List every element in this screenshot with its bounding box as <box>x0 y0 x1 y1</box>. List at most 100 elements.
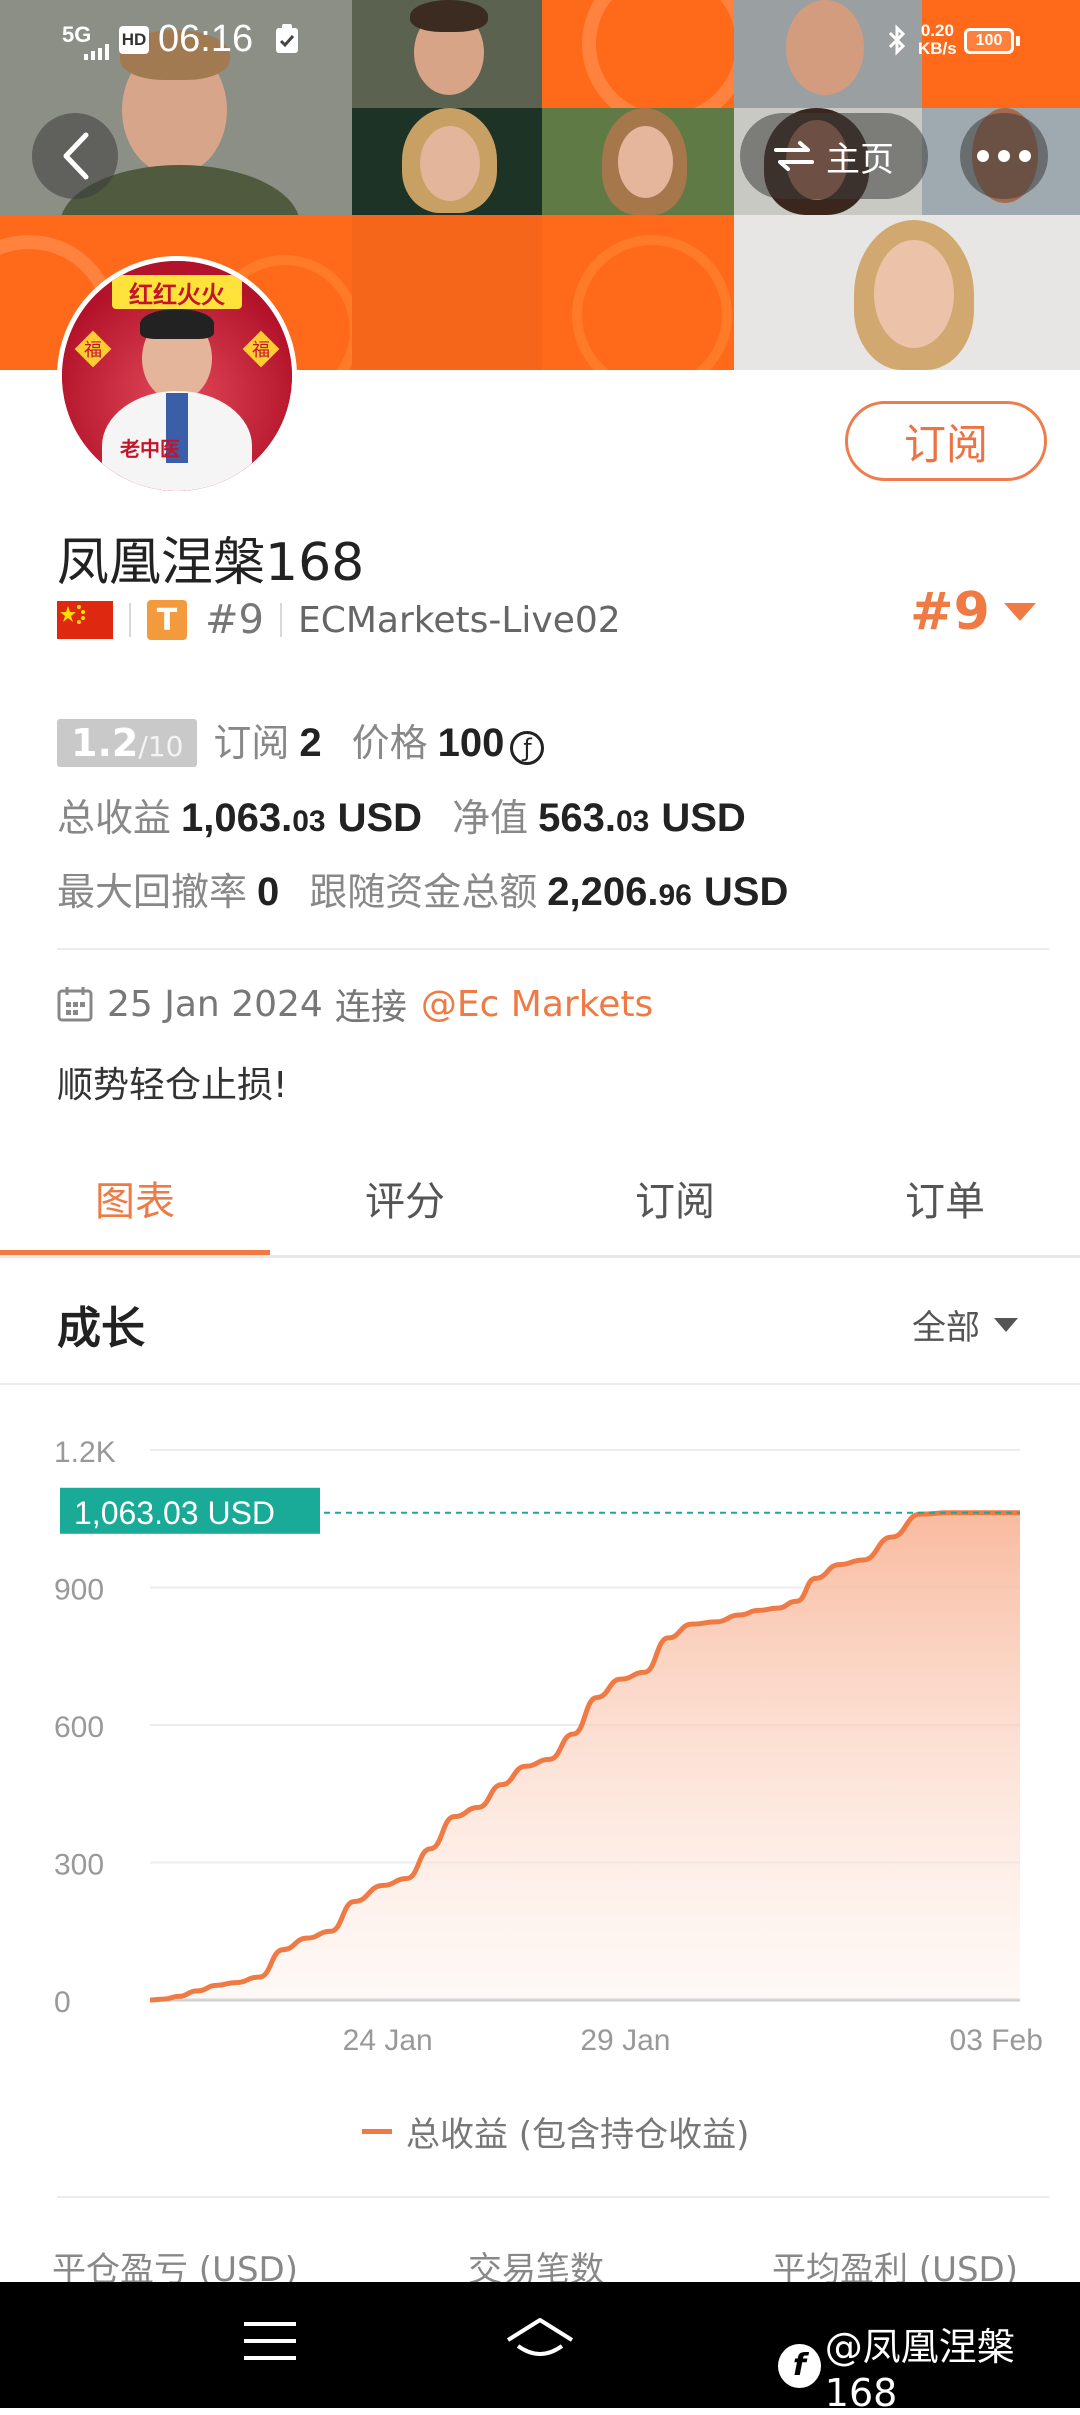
network-speed: 0.20 KB/s <box>918 22 957 58</box>
avatar-banner: 红红火火 <box>112 275 242 309</box>
total-profit-dec: 03 <box>292 805 326 838</box>
watermark: f @凤凰涅槃168 <box>778 2316 1080 2415</box>
y-tick-label: 600 <box>54 1711 104 1744</box>
divider <box>57 948 1049 950</box>
calendar-icon <box>57 987 93 1022</box>
divider <box>0 1383 1080 1385</box>
connection-label: 连接 <box>334 987 407 1028</box>
more-dots-icon <box>977 150 1031 162</box>
cover-photo-woman <box>352 108 542 215</box>
battery-icon: 100 <box>964 28 1014 54</box>
cover-photo-woman-2 <box>542 108 734 215</box>
current-value-label: 1,063.03 USD <box>74 1495 275 1531</box>
stats-row-3: 最大回撤率 0 跟随资金总额 2,206. 96 USD <box>57 861 788 916</box>
rating-badge: 1.2/10 <box>57 719 198 767</box>
growth-chart: 0 300 600 900 1.2K 24 Jan 29 Jan 03 Feb 1,063.0… <box>54 1436 1043 2057</box>
trader-name: 凤凰涅槃168 <box>57 533 365 593</box>
rank-dropdown[interactable]: #9 <box>910 582 1036 642</box>
watermark-text: @凤凰涅槃168 <box>824 2325 1015 2415</box>
tab-bar: 图表 评分 订阅 订单 <box>0 1140 1080 1256</box>
battery-level: 100 <box>975 32 1003 49</box>
clipboard-check-icon <box>275 24 299 58</box>
coin-icon: ƒ <box>510 731 545 765</box>
separator <box>129 603 131 637</box>
total-profit-int: 1,063. <box>181 796 293 840</box>
equity-dec: 03 <box>615 805 650 838</box>
profile-meta-row: T #9 ECMarkets-Live02 <box>57 592 621 648</box>
connection-row: 25 Jan 2024 连接 @Ec Markets <box>57 978 653 1030</box>
follow-funds-dec: 96 <box>658 879 692 912</box>
equity-unit: USD <box>661 796 746 840</box>
rank-dropdown-label: #9 <box>910 582 990 642</box>
cover-photo-man-2 <box>352 0 542 108</box>
follow-funds-unit: USD <box>703 870 789 914</box>
tab-subscription[interactable]: 订阅 <box>540 1140 810 1256</box>
trader-tagline: 顺势轻仓止损! <box>57 1065 288 1106</box>
network-speed-unit: KB/s <box>918 39 957 58</box>
broker-server: ECMarkets-Live02 <box>297 599 621 641</box>
watermark-logo-icon: f <box>778 2343 821 2388</box>
y-tick-label: 300 <box>54 1849 104 1882</box>
follow-funds-label: 跟随资金总额 <box>309 870 538 914</box>
y-tick-label: 900 <box>54 1574 104 1607</box>
connection-date: 25 Jan 2024 <box>107 983 323 1025</box>
equity-int: 563. <box>538 796 616 840</box>
clock: 06:16 <box>158 18 254 60</box>
avatar-caption: 老中医 <box>120 437 180 461</box>
divider <box>57 2196 1049 2198</box>
period-filter-dropdown[interactable]: 全部 <box>912 1300 1018 1349</box>
trader-type-badge: T <box>147 600 187 640</box>
subscribe-button[interactable]: 订阅 <box>845 401 1047 481</box>
separator <box>279 603 282 637</box>
home-icon[interactable] <box>504 2316 576 2364</box>
price-value: 100 <box>437 721 505 765</box>
china-flag-icon <box>57 601 113 639</box>
chevron-down-icon <box>1003 603 1036 621</box>
avatar[interactable]: 红红火火 福 福 老中医 <box>57 256 297 496</box>
x-tick-label: 29 Jan <box>580 2024 670 2057</box>
price-label: 价格 <box>351 721 428 765</box>
network-speed-value: 0.20 <box>920 21 954 40</box>
home-button-label: 主页 <box>826 139 894 180</box>
chart-legend: 总收益 (包含持仓收益) <box>362 2107 749 2156</box>
bluetooth-icon <box>886 24 908 60</box>
rating-value: 1.2 <box>71 721 139 765</box>
cover-pattern-tile <box>352 215 542 370</box>
max-drawdown-label: 最大回撤率 <box>57 870 248 914</box>
max-drawdown-value: 0 <box>257 870 280 914</box>
broker-link[interactable]: @Ec Markets <box>421 984 654 1025</box>
back-button[interactable] <box>32 113 118 199</box>
chevron-down-icon <box>994 1317 1018 1332</box>
legend-label: 总收益 (包含持仓收益) <box>406 2115 750 2155</box>
x-tick-label: 24 Jan <box>343 2024 433 2057</box>
divider <box>0 1255 1080 1258</box>
growth-title: 成长 <box>57 1303 145 1354</box>
equity-label: 净值 <box>452 796 529 840</box>
subscribers-label: 订阅 <box>213 721 290 765</box>
tab-orders[interactable]: 订单 <box>810 1140 1080 1256</box>
avatar-fu-right-text: 福 <box>252 340 270 361</box>
menu-icon[interactable] <box>244 2320 296 2362</box>
x-tick-label: 03 Feb <box>950 2024 1043 2057</box>
hd-icon: HD <box>119 26 149 54</box>
legend-swatch <box>362 2129 392 2134</box>
rank-label: #9 <box>205 597 264 643</box>
battery-tip <box>1016 36 1020 46</box>
subscribers-value: 2 <box>299 721 322 765</box>
stats-row-1: 1.2/10 订阅 2 价格 100 ƒ <box>57 712 545 767</box>
avatar-fu-left-text: 福 <box>84 340 102 361</box>
y-tick-label: 0 <box>54 1986 71 2019</box>
signal-icon <box>84 44 110 64</box>
y-tick-label: 1.2K <box>54 1436 116 1469</box>
rating-max: /10 <box>138 730 184 763</box>
swap-arrows-icon <box>774 141 814 171</box>
cover-photo-woman-4 <box>734 215 1080 370</box>
more-menu-button[interactable] <box>960 113 1048 199</box>
tab-chart[interactable]: 图表 <box>0 1140 270 1256</box>
home-switch-button[interactable]: 主页 <box>740 113 928 199</box>
system-navigation-bar: f @凤凰涅槃168 <box>0 2282 1080 2415</box>
total-profit-unit: USD <box>337 796 423 840</box>
back-arrow-icon <box>63 132 89 180</box>
follow-funds-int: 2,206. <box>547 870 659 914</box>
tab-rating[interactable]: 评分 <box>270 1140 540 1256</box>
